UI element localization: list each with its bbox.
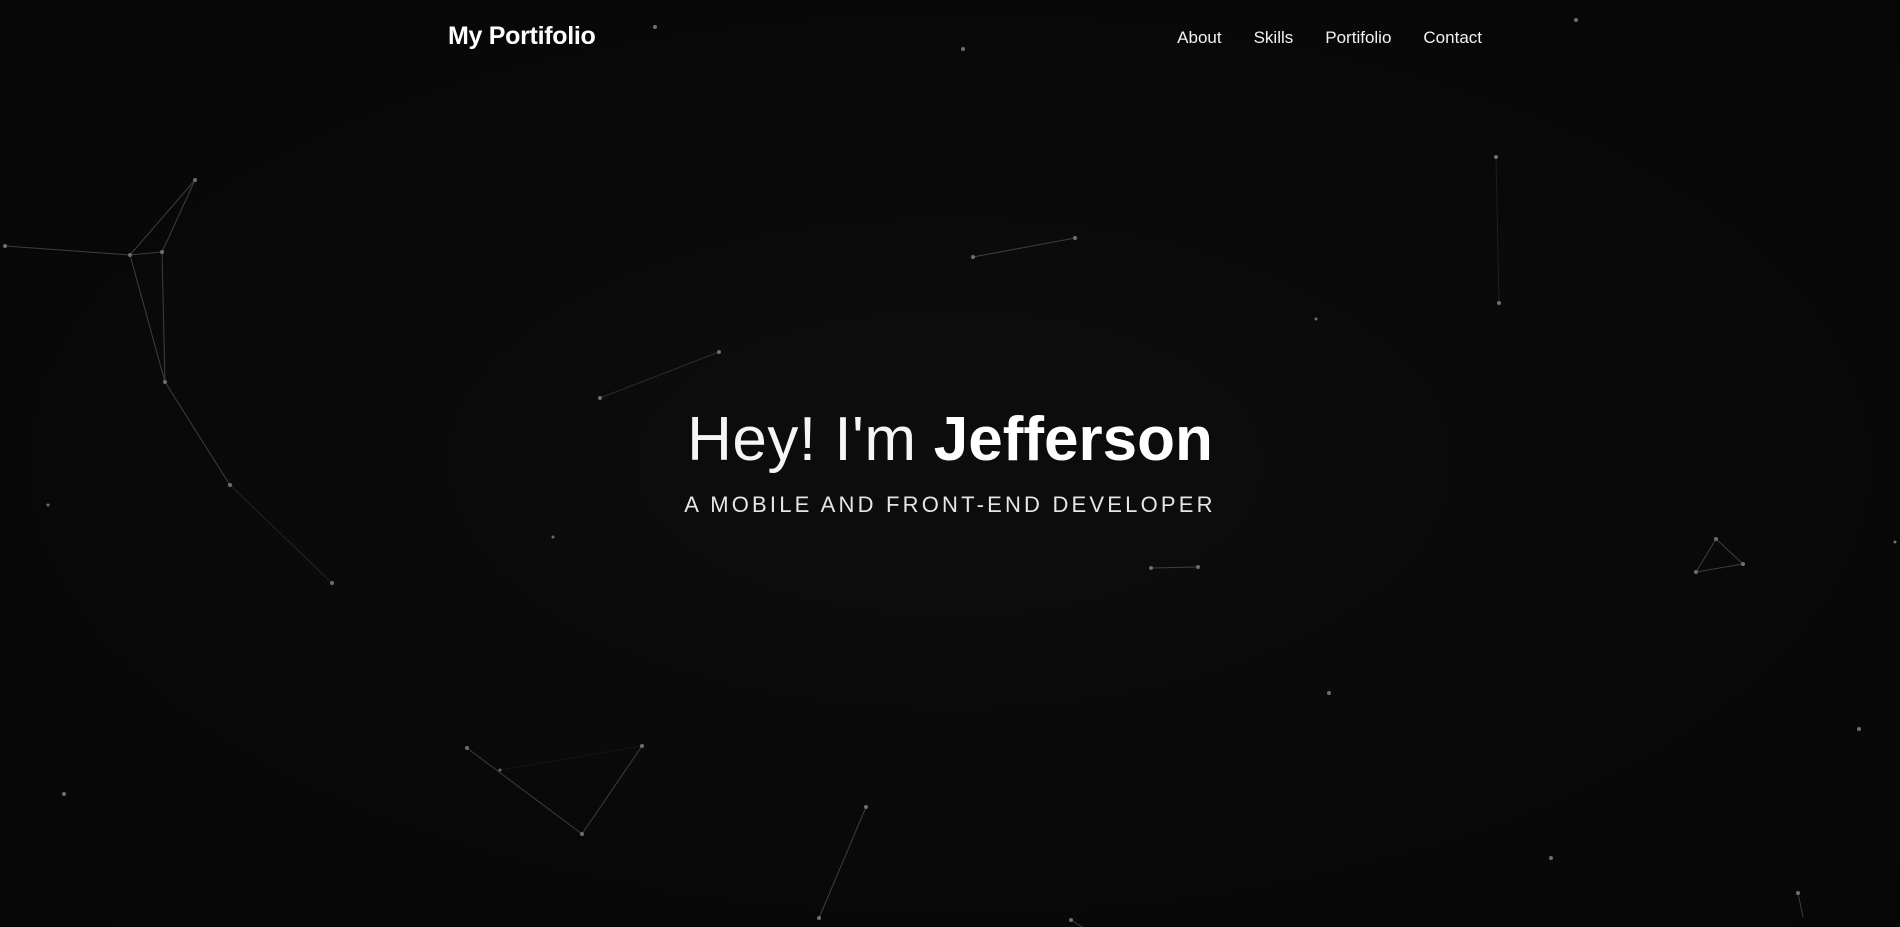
particle-link <box>4 245 131 256</box>
particle-link <box>1695 563 1744 573</box>
nav-link-about[interactable]: About <box>1177 28 1221 48</box>
particle-dot <box>1714 537 1718 541</box>
particle-dot <box>1694 570 1698 574</box>
particle-dot <box>640 744 644 748</box>
particle-link <box>599 351 720 399</box>
particle-link <box>161 251 166 383</box>
particle-link <box>466 747 583 835</box>
particle-dot <box>971 255 975 259</box>
nav-link-contact[interactable]: Contact <box>1423 28 1482 48</box>
particle-dot <box>1196 565 1200 569</box>
hero-title: Hey! I'm Jefferson <box>0 400 1900 480</box>
particle-link <box>1695 538 1717 573</box>
particle-link <box>1797 892 1804 918</box>
hero-section: Hey! I'm Jefferson A MOBILE AND FRONT-EN… <box>0 400 1900 518</box>
particle-dot <box>1069 918 1073 922</box>
particle-link <box>818 806 867 919</box>
hero-subtitle: A MOBILE AND FRONT-END DEVELOPER <box>684 492 1216 517</box>
nav-menu: About Skills Portifolio Contact <box>1177 28 1482 48</box>
particle-dot <box>62 792 66 796</box>
particle-dot <box>163 380 167 384</box>
hero-name: Jefferson <box>933 405 1213 474</box>
particle-dot <box>1149 566 1153 570</box>
particle-link <box>1715 538 1744 565</box>
hero-greeting: Hey! I'm <box>687 405 917 474</box>
particle-dot <box>160 250 164 254</box>
particle-link <box>129 179 196 256</box>
particle-dot <box>1549 856 1553 860</box>
particle-dot <box>1073 236 1077 240</box>
particle-dot <box>193 178 197 182</box>
particle-dot <box>1893 540 1897 544</box>
particle-dot <box>717 350 721 354</box>
particle-dot <box>1796 891 1800 895</box>
particle-dot <box>1314 317 1318 321</box>
nav-link-skills[interactable]: Skills <box>1254 28 1294 48</box>
particle-dot <box>1494 155 1498 159</box>
particle-link <box>972 237 1076 258</box>
particle-dot <box>3 244 7 248</box>
particle-dot <box>1741 562 1745 566</box>
particle-dot <box>1497 301 1501 305</box>
particle-dot <box>1327 691 1331 695</box>
particle-dot <box>817 916 821 920</box>
page: My Portifolio About Skills Portifolio Co… <box>0 0 1900 927</box>
particle-link <box>1495 156 1500 304</box>
particle-link <box>129 251 163 256</box>
particle-dot <box>864 805 868 809</box>
navbar: My Portifolio About Skills Portifolio Co… <box>0 0 1900 78</box>
particle-link <box>161 179 196 253</box>
particle-dot <box>580 832 584 836</box>
particle-dot <box>498 768 502 772</box>
particle-dot <box>128 253 132 257</box>
particle-dot <box>330 581 334 585</box>
particle-link <box>1150 566 1199 569</box>
particle-dot <box>551 535 555 539</box>
particle-link <box>499 745 643 771</box>
brand-logo[interactable]: My Portifolio <box>448 22 596 51</box>
particle-link <box>581 745 643 835</box>
nav-link-portifolio[interactable]: Portifolio <box>1325 28 1391 48</box>
particle-dot <box>465 746 469 750</box>
particle-dot <box>1857 727 1861 731</box>
particle-link <box>129 254 166 383</box>
